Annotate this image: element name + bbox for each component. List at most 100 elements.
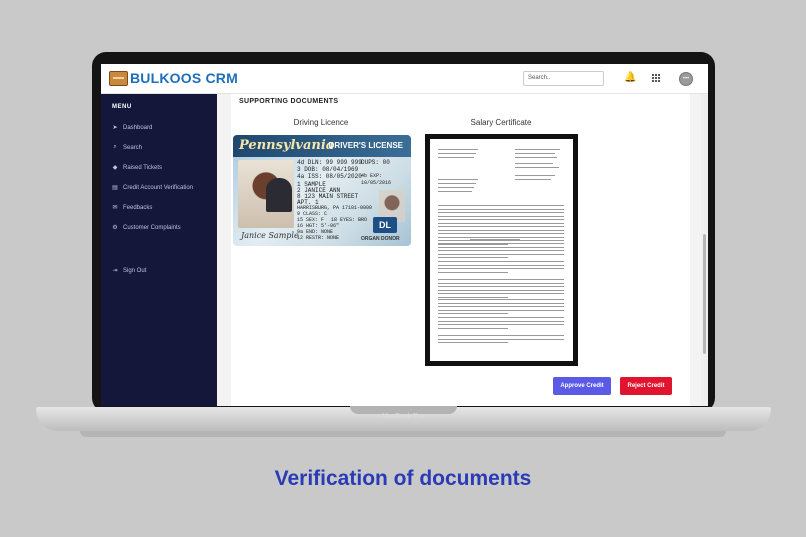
menu-title: MENU: [112, 104, 132, 110]
certificate-text-line: [515, 163, 553, 164]
certificate-text-line: [438, 268, 564, 269]
page-caption: Verification of documents: [274, 467, 532, 490]
certificate-text-line: [438, 317, 564, 318]
licence-type: DRIVER'S LICENSE: [328, 141, 403, 150]
licence-iss: 4a ISS: 08/05/2020: [297, 173, 362, 180]
certificate-text-line: [438, 296, 508, 298]
licence-dups: DUPS: 00: [361, 159, 390, 166]
certificate-text-line: [438, 240, 564, 241]
notification-bell-icon[interactable]: 🔔: [624, 72, 636, 84]
certificate-text-line: [438, 313, 508, 314]
certificate-text-line: [515, 153, 555, 154]
driving-licence-label: Driving Licence: [293, 118, 349, 127]
licence-dob: 3 DOB: 08/04/1969: [297, 166, 359, 173]
certificate-text-line: [438, 233, 564, 234]
certificate-text-line: [438, 261, 564, 262]
certificate-text-line: [438, 293, 564, 294]
sidebar-item-label: Search: [123, 144, 143, 151]
sidebar-item-label: Customer Complaints: [123, 224, 181, 231]
sidebar-item-credit-verification[interactable]: ▤ Credit Account Verification: [111, 184, 194, 192]
salary-certificate-label: Salary Certificate: [470, 118, 532, 127]
approve-credit-button[interactable]: Approve Credit: [553, 377, 611, 395]
search-input[interactable]: Search..: [523, 71, 604, 86]
certificate-text-line: [515, 179, 551, 180]
certificate-text-line: [438, 229, 564, 231]
apps-grid-icon[interactable]: [652, 74, 660, 82]
certificate-text-line: [438, 222, 564, 224]
section-title: SUPPORTING DOCUMENTS: [239, 98, 339, 105]
certificate-text-line: [438, 309, 564, 311]
sidebar-item-label: Credit Account Verification: [123, 184, 194, 191]
certificate-text-line: [438, 338, 564, 340]
certificate-text-line: [438, 205, 564, 206]
signout-icon: ⇥: [112, 268, 118, 274]
document-icon: ▤: [112, 185, 118, 191]
certificate-text-line: [438, 257, 508, 258]
app-name: BULKOOS CRM: [130, 70, 238, 86]
main-content: SUPPORTING DOCUMENTS Driving Licence Sal…: [217, 94, 708, 406]
sidebar-item-dashboard[interactable]: ➤ Dashboard: [111, 124, 153, 132]
certificate-paper: [430, 139, 573, 361]
documents-panel: SUPPORTING DOCUMENTS Driving Licence Sal…: [231, 94, 690, 406]
certificate-text-line: [438, 212, 564, 213]
certificate-text-line: [438, 327, 508, 329]
sidebar-item-label: Sign Out: [123, 267, 147, 274]
certificate-text-line: [438, 335, 564, 336]
sidebar: MENU ➤ Dashboard ⌕ Search ◆ Raised Ticke…: [101, 94, 217, 406]
certificate-text-line: [438, 282, 564, 284]
certificate-text-line: [438, 286, 564, 287]
certificate-text-line: [438, 289, 564, 291]
certificate-text-line: [470, 247, 520, 248]
laptop-shadow: [80, 431, 726, 437]
certificate-text-line: [438, 264, 564, 266]
certificate-text-line: [515, 157, 557, 158]
licence-dl-number: 4d DLN: 99 999 999: [297, 159, 362, 166]
certificate-text-line: [438, 149, 478, 150]
certificate-text-line: [438, 157, 474, 158]
certificate-text-line: [438, 271, 508, 273]
certificate-text-line: [438, 153, 476, 154]
sidebar-item-customer-complaints[interactable]: ⚙ Customer Complaints: [111, 224, 181, 232]
sidebar-item-search[interactable]: ⌕ Search: [111, 144, 142, 151]
app-screen: BULKOOS CRM Search.. 🔔 ••• MENU ➤ Dashbo…: [101, 64, 708, 406]
search-icon: ⌕: [113, 144, 117, 150]
certificate-text-line: [438, 279, 564, 280]
user-avatar[interactable]: •••: [679, 72, 693, 86]
licence-signature: Janice Sample: [241, 231, 299, 240]
sidebar-item-label: Feedbacks: [123, 204, 153, 211]
certificate-text-line: [438, 208, 564, 210]
reject-credit-button[interactable]: Reject Credit: [620, 377, 672, 395]
licence-organ-donor: ORGAN DONOR: [361, 236, 400, 242]
certificate-text-line: [438, 302, 564, 304]
certificate-text-line: [438, 306, 564, 307]
device-label: MacBook Pro: [381, 413, 425, 420]
certificate-text-line: [470, 239, 520, 240]
certificate-text-line: [438, 183, 476, 184]
app-logo[interactable]: BULKOOS CRM: [109, 70, 238, 86]
rocket-icon: ➤: [112, 125, 118, 131]
page-scrollbar[interactable]: [701, 94, 708, 406]
certificate-text-line: [438, 320, 564, 322]
certificate-text-line: [438, 219, 564, 220]
certificate-text-line: [515, 175, 555, 176]
scrollbar-thumb[interactable]: [703, 234, 706, 354]
driving-licence-image[interactable]: Pennsylvania DRIVER'S LICENSE 4d DLN: 99…: [233, 135, 411, 246]
licence-state: Pennsylvania: [239, 138, 335, 153]
certificate-text-line: [438, 226, 564, 227]
certificate-text-line: [438, 253, 564, 255]
certificate-text-line: [470, 243, 520, 244]
sidebar-item-label: Dashboard: [123, 124, 153, 131]
licence-photo: [238, 160, 294, 228]
salary-certificate-image[interactable]: [425, 134, 578, 366]
certificate-text-line: [438, 179, 478, 180]
top-bar: BULKOOS CRM Search.. 🔔 •••: [101, 64, 708, 94]
sidebar-item-raised-tickets[interactable]: ◆ Raised Tickets: [111, 164, 162, 172]
certificate-text-line: [438, 342, 508, 343]
certificate-text-line: [515, 149, 560, 150]
sidebar-item-feedbacks[interactable]: ✉ Feedbacks: [111, 204, 153, 212]
complaint-icon: ⚙: [112, 225, 118, 231]
licence-photo-body: [266, 178, 292, 212]
sidebar-item-sign-out[interactable]: ⇥ Sign Out: [111, 267, 147, 275]
certificate-text-line: [438, 250, 564, 251]
certificate-text-line: [438, 215, 564, 217]
